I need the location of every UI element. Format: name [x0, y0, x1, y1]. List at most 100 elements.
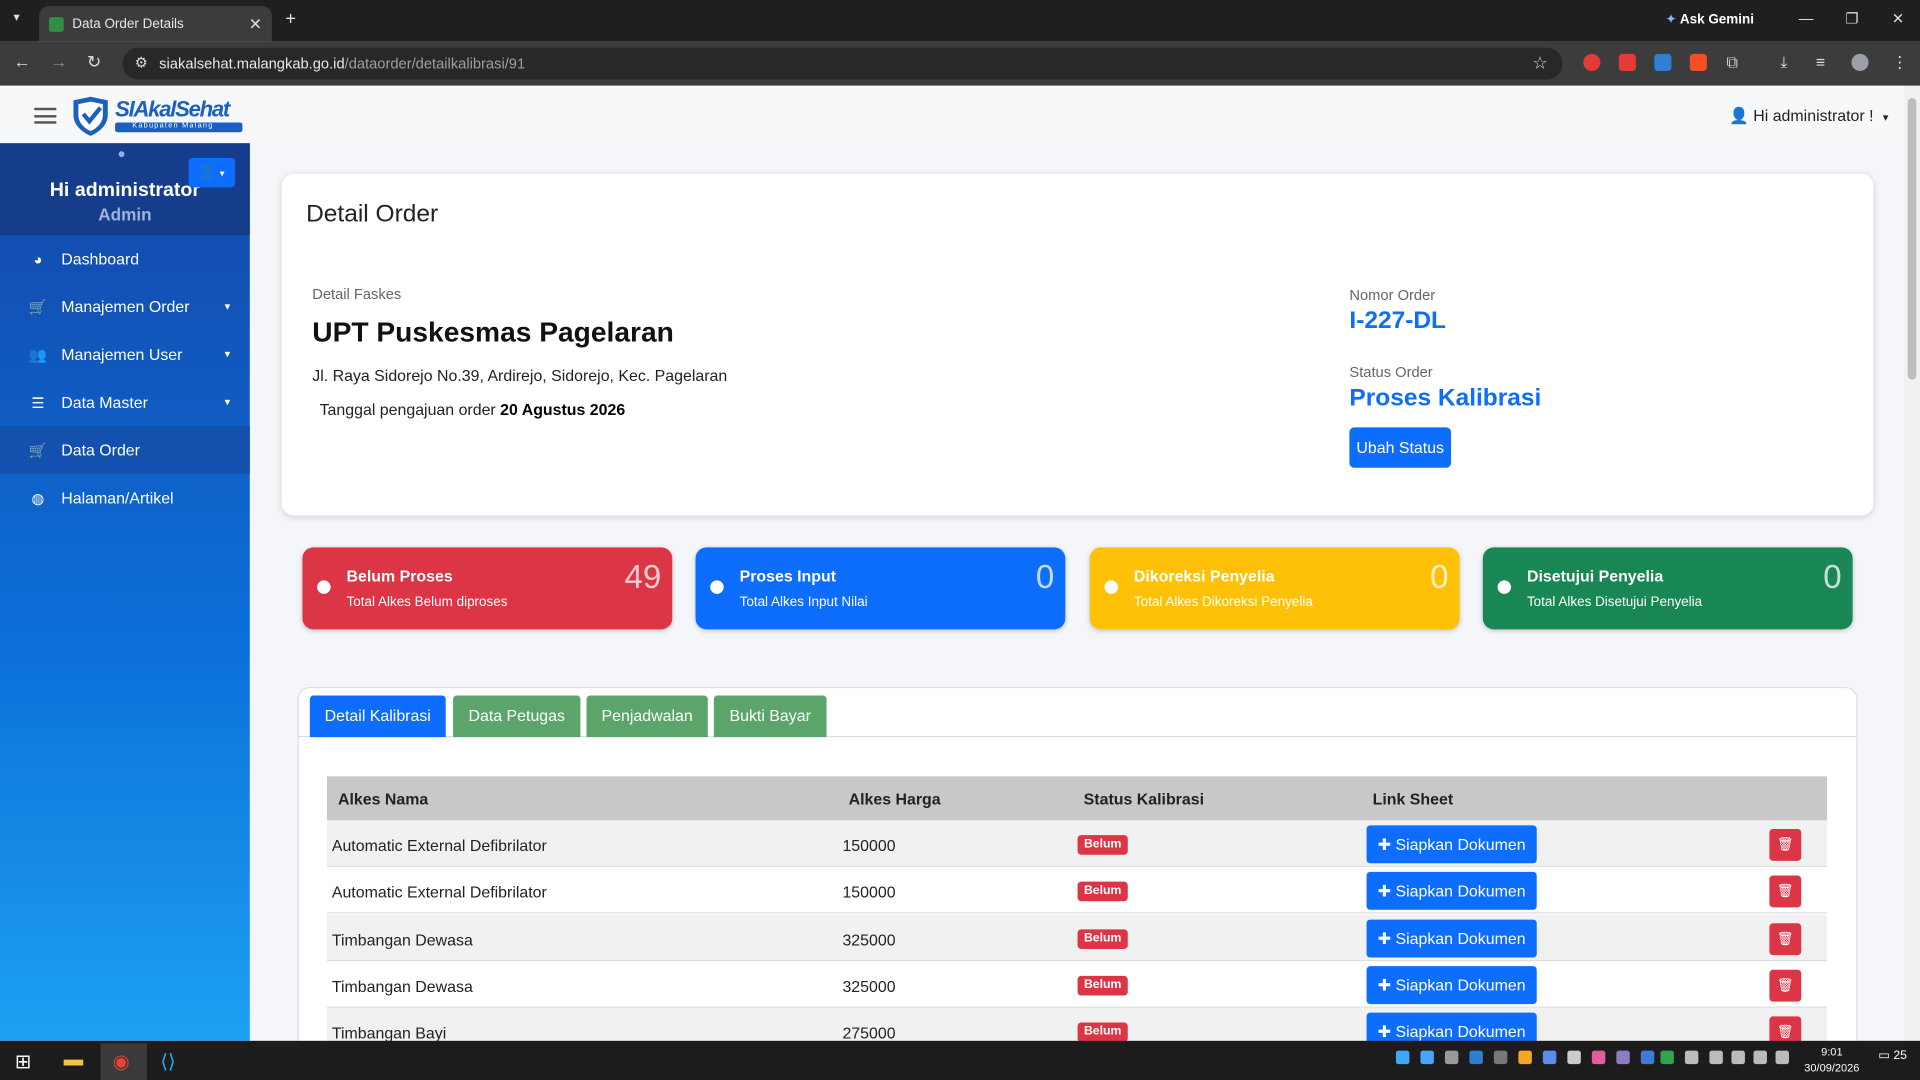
forward-icon[interactable]: →: [50, 51, 67, 71]
tray-icon[interactable]: [1591, 1050, 1606, 1065]
page-scrollbar[interactable]: [1904, 85, 1920, 1041]
tray-icon[interactable]: [1684, 1050, 1699, 1065]
bluetooth-icon[interactable]: [1640, 1050, 1655, 1065]
browser-tab[interactable]: Data Order Details ✕: [39, 6, 272, 42]
page-title: Detail Order: [306, 200, 439, 228]
reading-list-icon[interactable]: ≡: [1816, 53, 1825, 71]
close-window-icon[interactable]: ✕: [1892, 10, 1904, 27]
scrollbar-thumb[interactable]: [1907, 97, 1917, 380]
vscode-icon[interactable]: ⟨⟩: [160, 1049, 175, 1073]
profile-avatar-icon[interactable]: [1851, 53, 1869, 72]
stat-card-proses-input: Proses Input Total Alkes Input Nilai 0: [695, 547, 1066, 630]
downloads-icon[interactable]: ⤓: [1780, 53, 1787, 73]
close-tab-icon[interactable]: ✕: [249, 14, 262, 34]
column-header-alkes-nama: Alkes Nama: [337, 789, 429, 809]
restore-window-icon[interactable]: ❐: [1845, 10, 1858, 27]
tray-icon[interactable]: [1709, 1050, 1723, 1065]
tray-icon[interactable]: [1542, 1050, 1557, 1065]
sidebar-item-manajemen-order[interactable]: 🛒 Manajemen Order ▾: [0, 283, 250, 331]
gemini-icon: ✦: [1665, 12, 1677, 27]
siapkan-dokumen-button[interactable]: ✚ Siapkan Dokumen: [1366, 871, 1537, 910]
user-dropdown[interactable]: 👤 Hi administrator ! ▾: [1729, 107, 1888, 127]
extension-s-icon[interactable]: [1654, 53, 1672, 72]
chevron-down-icon: ▾: [224, 300, 231, 313]
alkes-harga: 325000: [842, 930, 896, 949]
windows-start-icon[interactable]: ⊞: [15, 1049, 31, 1073]
extension-orange-icon[interactable]: [1689, 53, 1707, 72]
back-icon[interactable]: ←: [13, 51, 30, 71]
extensions-puzzle-icon[interactable]: ⧉: [1727, 53, 1738, 73]
delete-button[interactable]: 🗑: [1769, 969, 1802, 1002]
address-bar[interactable]: ⚙ siakalsehat.malangkab.go.id/dataorder/…: [122, 47, 1563, 80]
alkes-nama: Automatic External Defibrilator: [331, 836, 547, 855]
clock-date: 30/09/2026: [1804, 1061, 1860, 1074]
sidebar-item-dashboard[interactable]: ◕ Dashboard: [0, 235, 250, 283]
ubah-status-button[interactable]: Ubah Status: [1349, 427, 1452, 468]
sidebar: ● Hi administrator Admin 👤 ▾ ◕ Dashboard…: [0, 143, 250, 1041]
sidebar-item-data-order[interactable]: 🛒 Data Order: [0, 426, 250, 474]
network-icon[interactable]: [1731, 1050, 1745, 1065]
screen: ▾ Data Order Details ✕ + ✦ Ask Gemini — …: [0, 0, 1920, 1080]
users-icon: 👥: [28, 345, 48, 364]
user-menu-button[interactable]: 👤 ▾: [188, 157, 236, 188]
status-badge: Belum: [1077, 1022, 1128, 1043]
info-icon: [1497, 580, 1512, 594]
chevron-down-icon: ▾: [224, 347, 231, 361]
alkes-nama: Timbangan Dewasa: [331, 977, 473, 996]
taskbar-clock[interactable]: 9:01 30/09/2026: [1795, 1044, 1868, 1076]
extension-youtube-icon[interactable]: [1618, 53, 1636, 72]
minimize-window-icon[interactable]: —: [1799, 10, 1814, 27]
notification-center-button[interactable]: ▭ 25: [1878, 1049, 1907, 1062]
sidebar-item-halaman-artikel[interactable]: ◍ Halaman/Artikel: [0, 474, 250, 522]
tab-bukti-bayar[interactable]: Bukti Bayar: [713, 695, 827, 738]
hamburger-menu-icon[interactable]: [34, 107, 57, 124]
delete-button[interactable]: 🗑: [1769, 875, 1802, 908]
trash-icon: 🗑: [1776, 884, 1794, 899]
plus-icon: ✚: [1377, 1022, 1392, 1041]
app-logo[interactable]: SIAkalSehat Kabupaten Malang: [71, 96, 245, 138]
tray-icon[interactable]: [1493, 1050, 1508, 1065]
tray-icon[interactable]: [1518, 1050, 1532, 1065]
sidebar-item-data-master[interactable]: ☰ Data Master ▾: [0, 378, 250, 426]
alkes-nama: Timbangan Bayi: [331, 1023, 447, 1043]
nomor-order-value: I-227-DL: [1349, 307, 1447, 335]
battery-icon[interactable]: [1775, 1050, 1789, 1065]
chevron-down-icon: ▾: [219, 167, 225, 179]
tray-icon[interactable]: [1395, 1050, 1410, 1065]
bookmark-star-icon[interactable]: ☆: [1532, 53, 1547, 74]
tray-icon[interactable]: [1616, 1050, 1630, 1065]
status-badge: Belum: [1077, 975, 1128, 996]
tray-icon[interactable]: [1444, 1050, 1459, 1065]
stat-card-disetujui-penyelia: Disetujui Penyelia Total Alkes Disetujui…: [1482, 547, 1853, 630]
tray-icon[interactable]: [1420, 1050, 1434, 1065]
siapkan-dokumen-button[interactable]: ✚ Siapkan Dokumen: [1366, 825, 1537, 864]
siapkan-dokumen-button[interactable]: ✚ Siapkan Dokumen: [1366, 966, 1537, 1005]
extension-red-icon[interactable]: [1583, 53, 1601, 72]
file-explorer-icon[interactable]: ▬: [64, 1049, 84, 1071]
browser-menu-icon[interactable]: ⋮: [1892, 53, 1908, 73]
stat-subtitle: Total Alkes Belum diproses: [346, 595, 508, 610]
tray-icon[interactable]: [1567, 1050, 1581, 1065]
site-info-icon[interactable]: ⚙: [135, 54, 148, 71]
tab-detail-kalibrasi[interactable]: Detail Kalibrasi: [309, 695, 446, 738]
sidebar-item-label: Halaman/Artikel: [61, 488, 174, 507]
ask-gemini-button[interactable]: ✦ Ask Gemini: [1665, 11, 1754, 27]
chrome-taskbar-button[interactable]: ◉: [100, 1043, 147, 1080]
app-header: [0, 85, 1905, 144]
tray-icon[interactable]: [1469, 1050, 1483, 1065]
nomor-order-label: Nomor Order: [1349, 286, 1436, 304]
siapkan-dokumen-button[interactable]: ✚ Siapkan Dokumen: [1366, 919, 1537, 958]
delete-button[interactable]: 🗑: [1769, 828, 1802, 861]
tab-penjadwalan[interactable]: Penjadwalan: [586, 695, 708, 738]
sidebar-item-manajemen-user[interactable]: 👥 Manajemen User ▾: [0, 331, 250, 379]
reload-icon[interactable]: ↻: [87, 51, 101, 72]
tab-list-icon[interactable]: ▾: [13, 11, 19, 24]
tray-icon[interactable]: [1660, 1050, 1674, 1065]
volume-icon[interactable]: [1753, 1050, 1767, 1065]
new-tab-button[interactable]: +: [285, 9, 296, 30]
info-icon: [710, 580, 724, 594]
stat-count: 0: [1035, 558, 1055, 596]
status-order-value: Proses Kalibrasi: [1349, 384, 1542, 412]
tab-data-petugas[interactable]: Data Petugas: [453, 695, 581, 738]
delete-button[interactable]: 🗑: [1769, 923, 1802, 956]
